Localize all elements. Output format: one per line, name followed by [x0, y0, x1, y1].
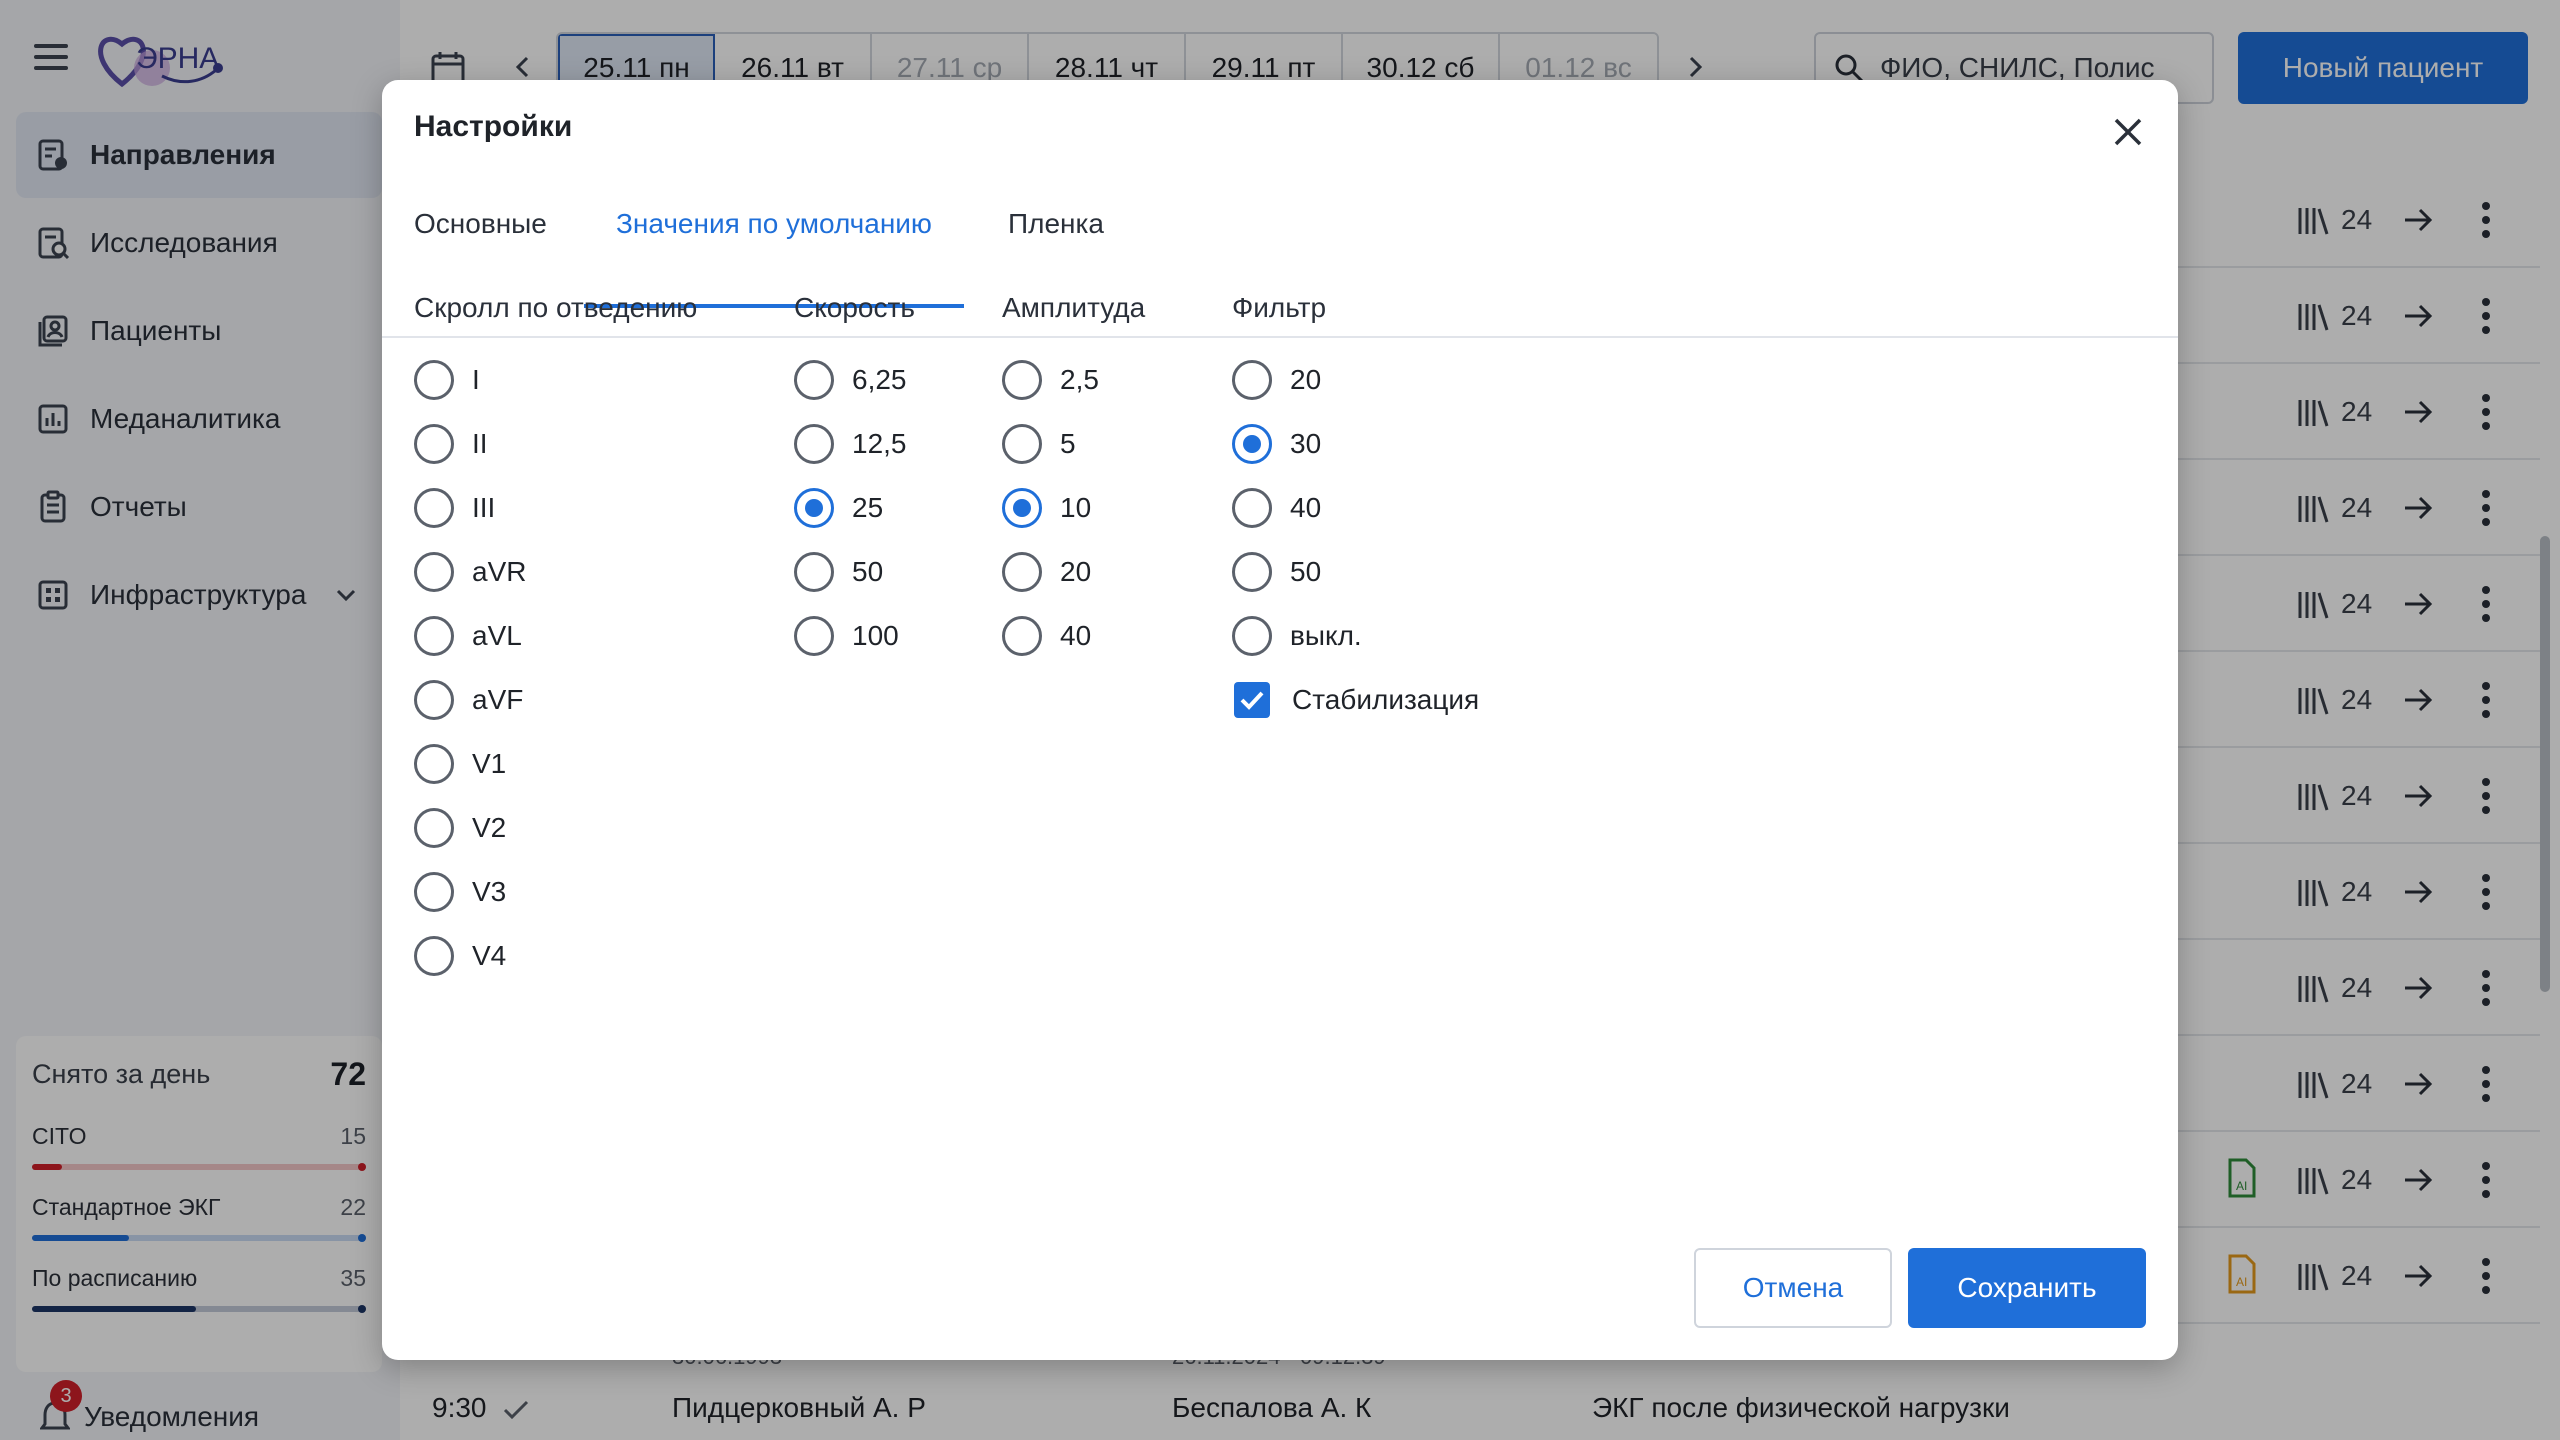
amplitude-option[interactable]: 40: [1002, 604, 1145, 668]
amplitude-option-label: 40: [1060, 620, 1092, 651]
lead-option-label: V3: [472, 876, 507, 907]
radio-button[interactable]: [414, 424, 454, 464]
radio-button[interactable]: [1232, 488, 1272, 528]
filter-option[interactable]: 40: [1232, 476, 1479, 540]
speed-option[interactable]: 100: [794, 604, 915, 668]
radio-button[interactable]: [414, 488, 454, 528]
lead-option[interactable]: aVF: [414, 668, 697, 732]
amplitude-option[interactable]: 5: [1002, 412, 1145, 476]
radio-button[interactable]: [414, 616, 454, 656]
lead-option-label: II: [472, 428, 488, 459]
cancel-button[interactable]: Отмена: [1694, 1248, 1892, 1328]
amplitude-option[interactable]: 2,5: [1002, 348, 1145, 412]
checkmark-icon: [1240, 691, 1264, 710]
lead-option[interactable]: aVR: [414, 540, 697, 604]
tab-main[interactable]: Основные: [414, 176, 547, 272]
lead-option[interactable]: II: [414, 412, 697, 476]
radio-button[interactable]: [414, 360, 454, 400]
filter-option-label: 20: [1290, 364, 1322, 395]
amplitude-option[interactable]: 10: [1002, 476, 1145, 540]
radio-button[interactable]: [1232, 616, 1272, 656]
speed-option[interactable]: 25: [794, 476, 915, 540]
amplitude-group-title: Амплитуда: [1002, 292, 1146, 323]
lead-option[interactable]: V2: [414, 796, 697, 860]
filter-option-label: 40: [1290, 492, 1322, 523]
filter-option-label: 30: [1290, 428, 1322, 459]
lead-option-label: III: [472, 492, 496, 523]
radio-button[interactable]: [1002, 552, 1042, 592]
lead-option-label: I: [472, 364, 480, 395]
lead-option-label: aVL: [472, 620, 522, 651]
amplitude-option-label: 5: [1060, 428, 1076, 459]
lead-option-label: aVF: [472, 684, 524, 715]
radio-button[interactable]: [1232, 552, 1272, 592]
stabilization-label: Стабилизация: [1292, 684, 1480, 715]
speed-option[interactable]: 12,5: [794, 412, 915, 476]
radio-button[interactable]: [414, 744, 454, 784]
radio-button[interactable]: [794, 616, 834, 656]
radio-button[interactable]: [414, 936, 454, 976]
lead-option[interactable]: I: [414, 348, 697, 412]
radio-button[interactable]: [1002, 360, 1042, 400]
speed-option[interactable]: 50: [794, 540, 915, 604]
lead-option[interactable]: V1: [414, 732, 697, 796]
dialog-title: Настройки: [414, 110, 573, 143]
radio-button[interactable]: [1232, 424, 1272, 464]
lead-option-label: V4: [472, 940, 507, 971]
speed-option-label: 12,5: [852, 428, 907, 459]
filter-group: Фильтр 20 30 40 50 выкл. Стабилизация: [1232, 292, 1479, 732]
filter-option[interactable]: выкл.: [1232, 604, 1479, 668]
radio-button[interactable]: [794, 424, 834, 464]
stabilization-checkbox[interactable]: [1234, 682, 1270, 718]
radio-button[interactable]: [1002, 424, 1042, 464]
radio-button[interactable]: [414, 808, 454, 848]
radio-button[interactable]: [794, 552, 834, 592]
lead-option[interactable]: aVL: [414, 604, 697, 668]
amplitude-option-label: 20: [1060, 556, 1092, 587]
filter-group-title: Фильтр: [1232, 292, 1327, 323]
close-icon[interactable]: [2108, 112, 2148, 152]
amplitude-option[interactable]: 20: [1002, 540, 1145, 604]
filter-option-label: выкл.: [1290, 620, 1362, 651]
tab-film[interactable]: Пленка: [1008, 176, 1104, 272]
filter-option[interactable]: 30: [1232, 412, 1479, 476]
lead-option[interactable]: V3: [414, 860, 697, 924]
radio-button[interactable]: [794, 360, 834, 400]
amplitude-option-label: 2,5: [1060, 364, 1099, 395]
radio-button[interactable]: [794, 488, 834, 528]
lead-option[interactable]: III: [414, 476, 697, 540]
tab-defaults[interactable]: Значения по умолчанию: [584, 176, 964, 308]
save-button[interactable]: Сохранить: [1908, 1248, 2146, 1328]
filter-option[interactable]: 50: [1232, 540, 1479, 604]
amplitude-option-label: 10: [1060, 492, 1092, 523]
lead-option-label: V2: [472, 812, 507, 843]
radio-button[interactable]: [1002, 488, 1042, 528]
radio-button[interactable]: [1232, 360, 1272, 400]
speed-option-label: 25: [852, 492, 884, 523]
radio-button[interactable]: [414, 552, 454, 592]
radio-button[interactable]: [414, 872, 454, 912]
settings-dialog: Настройки Основные Значения по умолчанию…: [382, 80, 2178, 1360]
radio-button[interactable]: [1002, 616, 1042, 656]
lead-option[interactable]: V4: [414, 924, 697, 988]
speed-group-title: Скорость: [794, 292, 915, 323]
lead-option-label: V1: [472, 748, 507, 779]
filter-option[interactable]: 20: [1232, 348, 1479, 412]
speed-option-label: 50: [852, 556, 884, 587]
filter-option-label: 50: [1290, 556, 1322, 587]
speed-option[interactable]: 6,25: [794, 348, 915, 412]
lead-group-title: Скролл по отведению: [414, 292, 698, 323]
speed-group: Скорость 6,25 12,5 25 50 100: [794, 292, 915, 668]
radio-button[interactable]: [414, 680, 454, 720]
amplitude-group: Амплитуда 2,5 5 10 20 40: [1002, 292, 1145, 668]
lead-option-label: aVR: [472, 556, 527, 587]
lead-scroll-group: Скролл по отведению I II III aVR aVL aVF V1 V2 V3…: [414, 292, 697, 988]
stabilization-option[interactable]: Стабилизация: [1232, 668, 1479, 732]
speed-option-label: 100: [852, 620, 899, 651]
speed-option-label: 6,25: [852, 364, 907, 395]
